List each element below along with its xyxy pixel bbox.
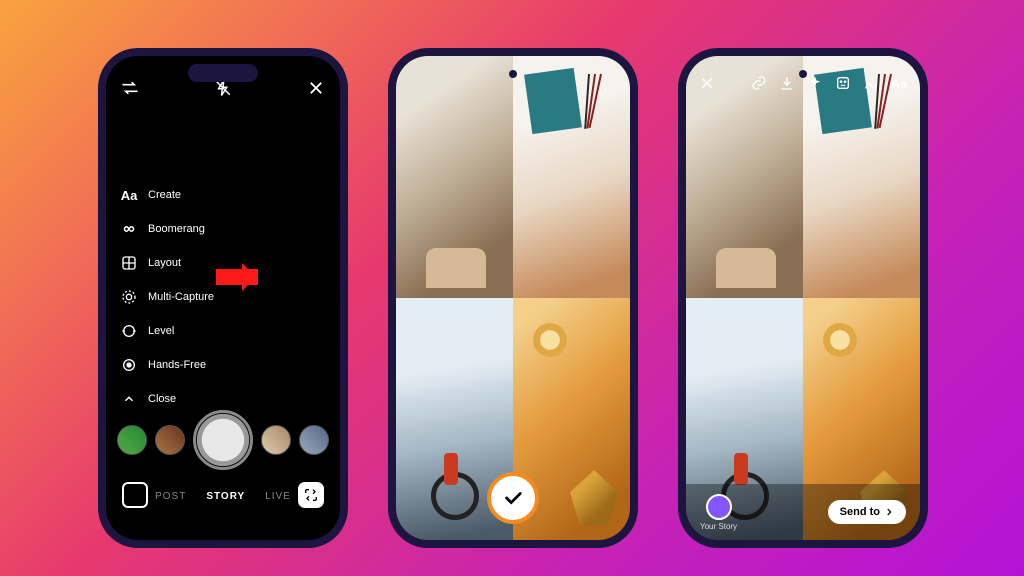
story-share-bar: Your Story Send to: [686, 484, 920, 540]
confirm-layout-button[interactable]: [487, 472, 539, 524]
menu-label: Close: [148, 393, 176, 405]
link-icon[interactable]: [750, 74, 768, 92]
menu-label: Create: [148, 189, 181, 201]
effect-thumbnail[interactable]: [117, 425, 147, 455]
text-tool-icon[interactable]: Aa: [890, 74, 908, 92]
close-icon[interactable]: [698, 74, 716, 92]
your-story-label: Your Story: [700, 522, 737, 531]
infinity-icon: [120, 220, 138, 238]
menu-label: Layout: [148, 257, 181, 269]
menu-item-layout[interactable]: Layout: [120, 254, 214, 272]
effect-thumbnail[interactable]: [155, 425, 185, 455]
swap-icon[interactable]: [120, 78, 140, 98]
layout-collage: [396, 56, 630, 540]
collage-cell[interactable]: [803, 56, 920, 298]
download-icon[interactable]: [778, 74, 796, 92]
camera-mode-menu: Aa Create Boomerang Layout: [120, 186, 214, 424]
gallery-button[interactable]: [122, 482, 148, 508]
collage-cell[interactable]: [396, 56, 513, 298]
collage-cell[interactable]: [686, 56, 803, 298]
layout-icon: [120, 254, 138, 272]
your-story-avatar: [706, 494, 732, 520]
level-icon: [120, 322, 138, 340]
switch-camera-button[interactable]: [298, 482, 324, 508]
menu-label: Hands-Free: [148, 359, 206, 371]
menu-label: Multi-Capture: [148, 291, 214, 303]
menu-item-create[interactable]: Aa Create: [120, 186, 214, 204]
sticker-icon[interactable]: [834, 74, 852, 92]
send-to-button[interactable]: Send to: [828, 500, 906, 524]
menu-label: Level: [148, 325, 174, 337]
menu-item-multi-capture[interactable]: Multi-Capture: [120, 288, 214, 306]
hands-free-icon: [120, 356, 138, 374]
mode-post[interactable]: POST: [155, 491, 186, 502]
menu-label: Boomerang: [148, 223, 205, 235]
story-preview: [686, 56, 920, 540]
shutter-button[interactable]: [193, 410, 253, 470]
menu-item-hands-free[interactable]: Hands-Free: [120, 356, 214, 374]
sparkle-icon[interactable]: [806, 74, 824, 92]
tutorial-arrow: [216, 269, 258, 285]
collage-cell[interactable]: [513, 56, 630, 298]
send-to-label: Send to: [840, 506, 880, 518]
menu-item-level[interactable]: Level: [120, 322, 214, 340]
close-icon[interactable]: [306, 78, 326, 98]
effect-thumbnail[interactable]: [261, 425, 291, 455]
effect-thumbnail[interactable]: [299, 425, 329, 455]
your-story-button[interactable]: Your Story: [700, 494, 737, 531]
chevron-down-icon: [120, 390, 138, 408]
menu-item-boomerang[interactable]: Boomerang: [120, 220, 214, 238]
mode-story[interactable]: STORY: [206, 491, 245, 502]
menu-item-close[interactable]: Close: [120, 390, 214, 408]
text-icon: Aa: [120, 186, 138, 204]
multi-capture-icon: [120, 288, 138, 306]
mode-live[interactable]: LIVE: [265, 491, 291, 502]
draw-icon[interactable]: [862, 74, 880, 92]
